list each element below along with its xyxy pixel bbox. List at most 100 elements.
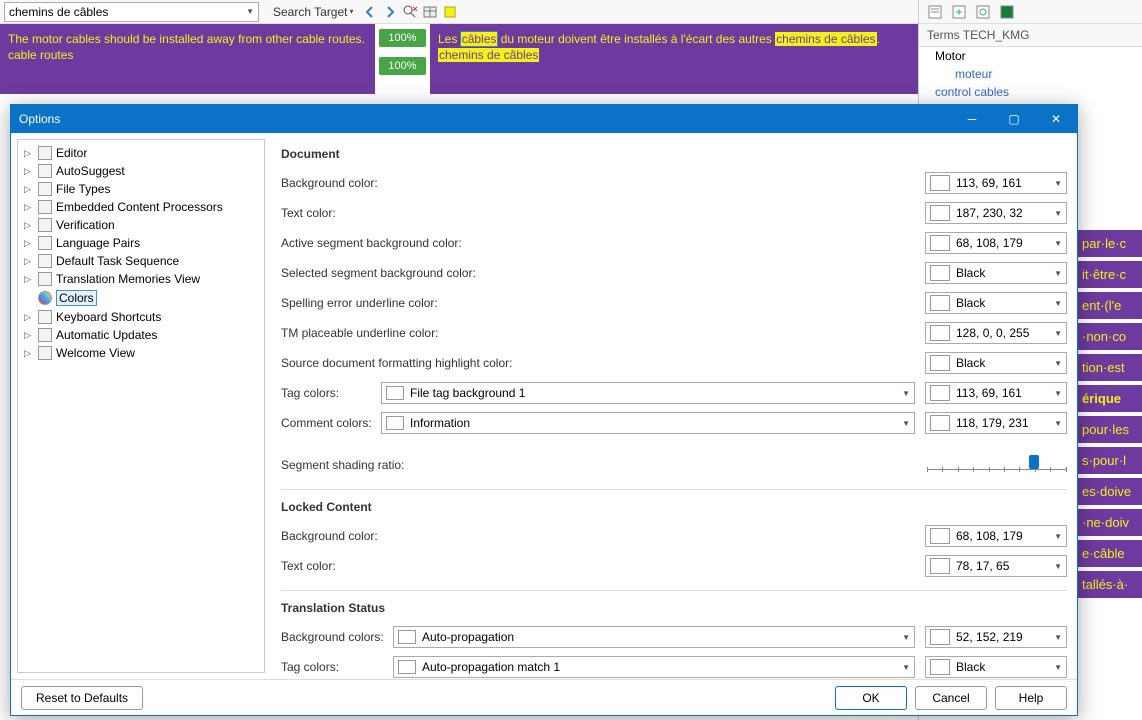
bg-text: ·non·co — [1078, 323, 1142, 350]
terms-add-icon[interactable] — [951, 4, 967, 20]
tmplace-picker[interactable]: 128, 0, 0, 255▼ — [925, 322, 1067, 344]
help-button[interactable]: Help — [995, 686, 1067, 710]
search-target-label: Search Target — [273, 5, 348, 19]
match-chip-1[interactable]: 100% — [379, 29, 426, 47]
arrow-right-icon[interactable] — [382, 4, 398, 20]
tree-item-language-pairs[interactable]: ▷Language Pairs — [18, 234, 264, 252]
tree-item-icon — [38, 164, 52, 178]
trans-bg-picker[interactable]: 52, 152, 219▼ — [925, 626, 1067, 648]
bg-text: érique — [1078, 385, 1142, 412]
color-value: 113, 69, 161 — [956, 176, 1022, 190]
txtcolor-picker[interactable]: 187, 230, 32▼ — [925, 202, 1067, 224]
locked-txt-label: Text color: — [281, 559, 561, 573]
match-chip-2[interactable]: 100% — [379, 57, 426, 75]
search-target-button[interactable]: Search Target ▾ — [267, 3, 360, 21]
tree-item-keyboard-shortcuts[interactable]: ▷Keyboard Shortcuts — [18, 308, 264, 326]
activeseg-picker[interactable]: 68, 108, 179▼ — [925, 232, 1067, 254]
cancel-button[interactable]: Cancel — [915, 686, 987, 710]
tagcolors-picker[interactable]: 113, 69, 161▼ — [925, 382, 1067, 404]
chevron-down-icon: ▼ — [1054, 299, 1062, 308]
bg-text: it·être·c — [1078, 261, 1142, 288]
terms-export-icon[interactable] — [999, 4, 1015, 20]
swatch — [930, 175, 950, 191]
expand-arrow-icon[interactable]: ▷ — [24, 202, 34, 213]
trans-tag-picker[interactable]: Black▼ — [925, 656, 1067, 678]
options-dialog: Options ─ ▢ ✕ ▷Editor▷AutoSuggest▷File T… — [10, 104, 1078, 716]
row-locked-bg: Background color: 68, 108, 179▼ — [281, 522, 1067, 550]
locked-bg-label: Background color: — [281, 529, 561, 543]
highlight-icon[interactable] — [442, 4, 458, 20]
expand-arrow-icon[interactable]: ▷ — [24, 220, 34, 231]
term-source-1[interactable]: Motor — [919, 47, 1142, 65]
swatch — [930, 205, 950, 221]
tree-item-colors[interactable]: ▷Colors — [18, 288, 264, 308]
commentcolors-picker[interactable]: 118, 179, 231▼ — [925, 412, 1067, 434]
expand-arrow-icon[interactable]: ▷ — [24, 238, 34, 249]
srcfmt-picker[interactable]: Black▼ — [925, 352, 1067, 374]
source-text-1: The motor cables should be installed awa… — [8, 32, 367, 48]
segshade-label: Segment shading ratio: — [281, 458, 561, 472]
chevron-down-icon: ▼ — [1054, 663, 1062, 672]
trans-bg-combo[interactable]: Auto-propagation▼ — [393, 626, 915, 648]
bgcolor-picker[interactable]: 113, 69, 161▼ — [925, 172, 1067, 194]
expand-arrow-icon[interactable]: ▷ — [24, 184, 34, 195]
expand-arrow-icon[interactable]: ▷ — [24, 274, 34, 285]
tree-item-icon — [38, 182, 52, 196]
expand-arrow-icon[interactable]: ▷ — [24, 256, 34, 267]
expand-arrow-icon[interactable]: ▷ — [24, 348, 34, 359]
chevron-down-icon: ▼ — [902, 419, 910, 428]
commentcolors-combo[interactable]: Information▼ — [381, 412, 915, 434]
source-pane[interactable]: The motor cables should be installed awa… — [0, 24, 375, 94]
maximize-button[interactable]: ▢ — [993, 105, 1035, 133]
dialog-titlebar: Options ─ ▢ ✕ — [11, 105, 1077, 133]
selseg-picker[interactable]: Black▼ — [925, 262, 1067, 284]
tree-item-default-task-sequence[interactable]: ▷ Default Task Sequence — [18, 252, 264, 270]
search-input[interactable]: chemins de câbles ▼ — [4, 2, 259, 22]
trans-bg-label: Background colors: — [281, 630, 393, 644]
arrow-left-icon[interactable] — [362, 4, 378, 20]
expand-arrow-icon[interactable]: ▷ — [24, 312, 34, 323]
tree-item-verification[interactable]: ▷Verification — [18, 216, 264, 234]
bg-text: ent·(l'e — [1078, 292, 1142, 319]
terms-view-icon[interactable] — [927, 4, 943, 20]
txtcolor-label: Text color: — [281, 206, 561, 220]
tree-item-automatic-updates[interactable]: ▷Automatic Updates — [18, 326, 264, 344]
options-tree[interactable]: ▷Editor▷AutoSuggest▷File Types▷Embedded … — [17, 139, 265, 673]
term-source-2[interactable]: control cables — [919, 83, 1142, 101]
spell-picker[interactable]: Black▼ — [925, 292, 1067, 314]
tree-item-welcome-view[interactable]: ▷Welcome View — [18, 344, 264, 362]
expand-arrow-icon[interactable]: ▷ — [24, 330, 34, 341]
trans-tag-combo[interactable]: Auto-propagation match 1▼ — [393, 656, 915, 678]
ok-button[interactable]: OK — [835, 686, 907, 710]
tree-item-file-types[interactable]: ▷File Types — [18, 180, 264, 198]
swatch — [398, 630, 416, 644]
expand-arrow-icon[interactable]: ▷ — [24, 148, 34, 159]
bg-text: tion·est — [1078, 354, 1142, 381]
tree-item-label: Default Task Sequence — [56, 254, 179, 268]
row-spell: Spelling error underline color: Black▼ — [281, 289, 1067, 317]
chevron-down-icon: ▼ — [1054, 239, 1062, 248]
expand-arrow-icon[interactable]: ▷ — [24, 166, 34, 177]
tree-item-autosuggest[interactable]: ▷AutoSuggest — [18, 162, 264, 180]
tree-item-editor[interactable]: ▷Editor — [18, 144, 264, 162]
close-button[interactable]: ✕ — [1035, 105, 1077, 133]
table-icon[interactable] — [422, 4, 438, 20]
clear-search-icon[interactable] — [402, 4, 418, 20]
segshade-slider[interactable] — [927, 455, 1067, 475]
combo-value: Auto-propagation match 1 — [422, 660, 560, 674]
locked-txt-picker[interactable]: 78, 17, 65▼ — [925, 555, 1067, 577]
reset-button[interactable]: Reset to Defaults — [21, 686, 143, 710]
slider-thumb[interactable] — [1029, 455, 1039, 469]
tagcolors-combo[interactable]: File tag background 1 ▼ — [381, 382, 915, 404]
terms-settings-icon[interactable] — [975, 4, 991, 20]
row-locked-txt: Text color: 78, 17, 65▼ — [281, 552, 1067, 580]
term-target-1[interactable]: moteur — [919, 65, 1142, 83]
minimize-button[interactable]: ─ — [951, 105, 993, 133]
tree-item-icon — [38, 218, 52, 232]
chevron-down-icon[interactable]: ▼ — [246, 7, 254, 16]
tree-item-embedded-content-processors[interactable]: ▷Embedded Content Processors — [18, 198, 264, 216]
tree-item-translation-memories-view[interactable]: ▷Translation Memories View — [18, 270, 264, 288]
chevron-down-icon: ▼ — [902, 389, 910, 398]
combo-value: File tag background 1 — [410, 386, 525, 400]
locked-bg-picker[interactable]: 68, 108, 179▼ — [925, 525, 1067, 547]
